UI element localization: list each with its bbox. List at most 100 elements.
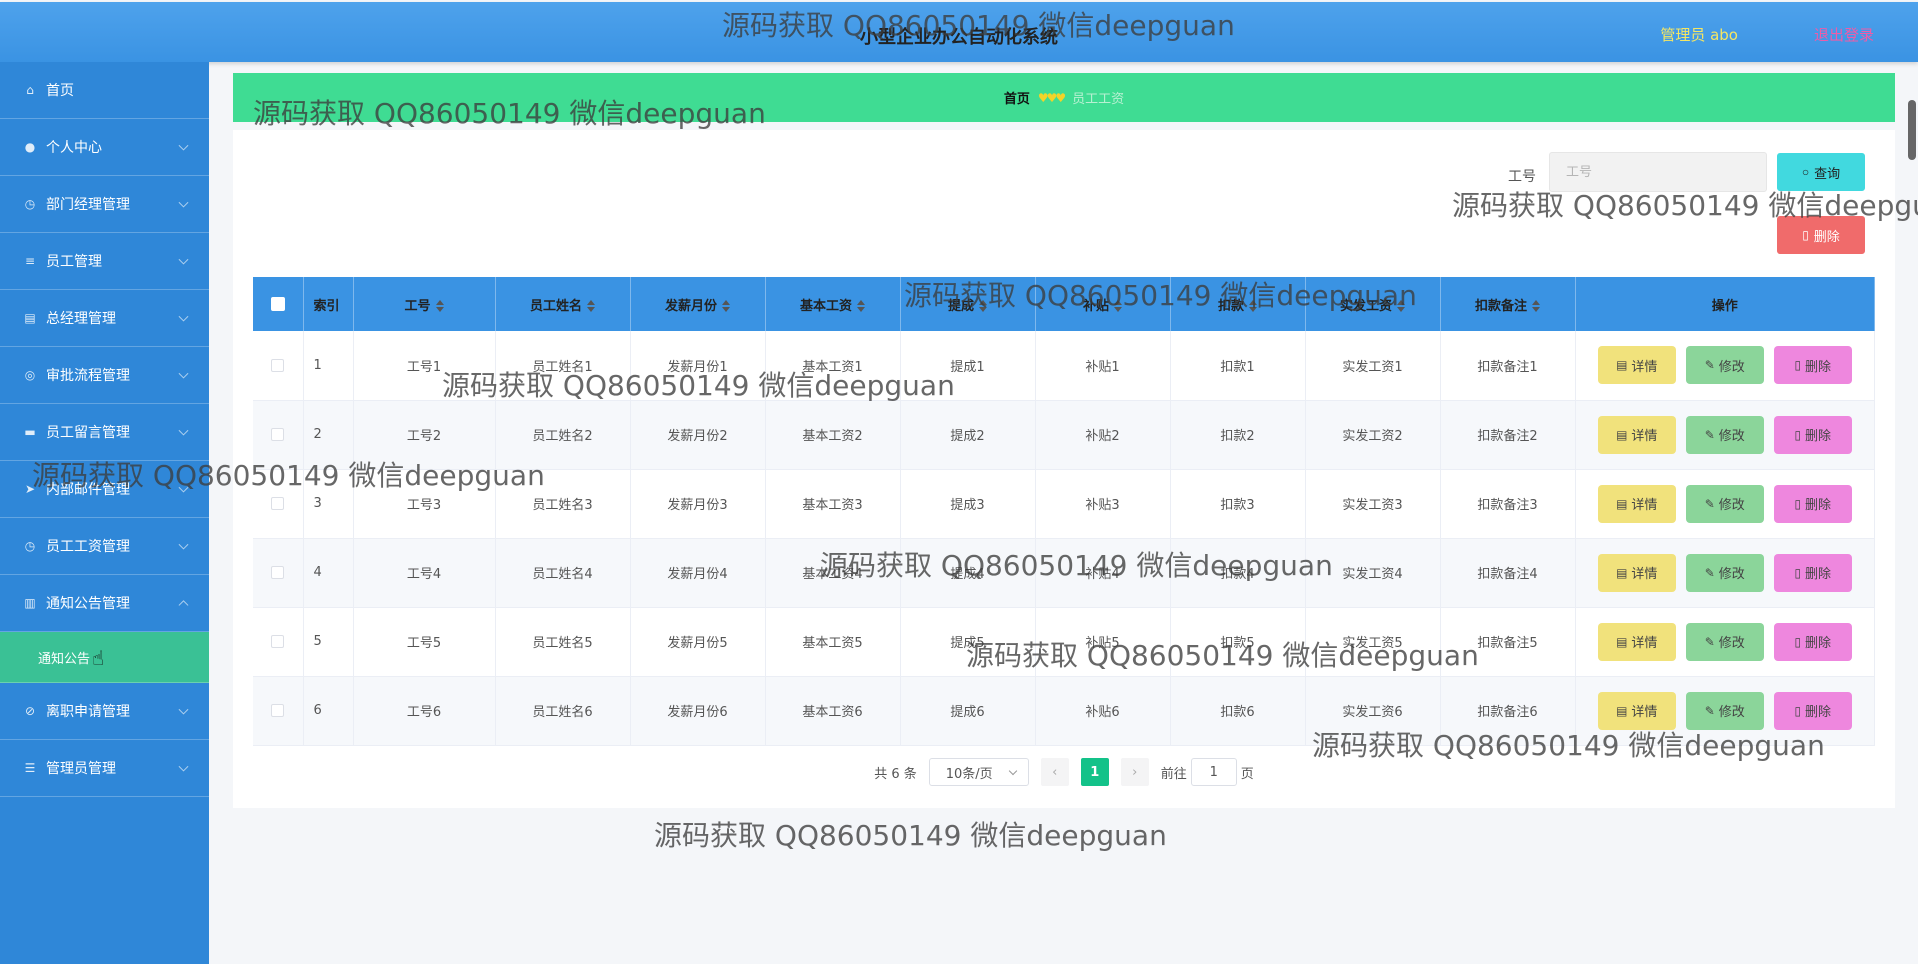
detail-button[interactable]: ▤ 详情 bbox=[1597, 553, 1676, 592]
sidebar-item-internal-mail[interactable]: ➤ 内部邮件管理 bbox=[0, 461, 209, 518]
trash-icon: ▯ bbox=[1794, 496, 1802, 511]
sidebar-item-personal-center[interactable]: ● 个人中心 bbox=[0, 119, 209, 176]
salary-table: 索引 工号 员工姓名 发薪月份 基本工资 提成 补贴 扣款 实发工资 扣款备注 … bbox=[253, 277, 1875, 746]
sidebar-subitem-label: 通知公告 bbox=[38, 651, 91, 667]
table-cell: 基本工资3 bbox=[765, 469, 901, 539]
row-select-cell[interactable] bbox=[253, 469, 304, 539]
row-select-cell[interactable] bbox=[253, 676, 304, 746]
detail-button[interactable]: ▤ 详情 bbox=[1597, 346, 1676, 385]
chevron-down-icon bbox=[178, 368, 189, 379]
sidebar-item-approval-flow[interactable]: ◎ 审批流程管理 bbox=[0, 347, 209, 404]
sidebar-item-label: 个人中心 bbox=[46, 140, 102, 156]
row-select-cell[interactable] bbox=[253, 538, 304, 608]
sort-icon[interactable] bbox=[1532, 300, 1540, 312]
col-net-salary[interactable]: 实发工资 bbox=[1305, 277, 1441, 331]
sidebar-item-dept-manager[interactable]: ◷ 部门经理管理 bbox=[0, 176, 209, 233]
col-subsidy[interactable]: 补贴 bbox=[1035, 277, 1171, 331]
goto-prefix: 前往 bbox=[1160, 766, 1187, 782]
row-checkbox[interactable] bbox=[271, 704, 285, 717]
edit-button[interactable]: ✎ 修改 bbox=[1685, 691, 1764, 730]
page-number-button[interactable]: 1 bbox=[1080, 758, 1109, 786]
table-cell: 实发工资3 bbox=[1305, 469, 1441, 539]
col-commission[interactable]: 提成 bbox=[900, 277, 1036, 331]
table-row: 6 工号6 员工姓名6 发薪月份6 基本工资6 提成6 补贴6 扣款6 实发工资6 扣款备注6 ▤ 详… bbox=[253, 676, 1875, 746]
logout-link[interactable]: 退出登录 bbox=[1814, 24, 1874, 45]
col-deduction[interactable]: 扣款 bbox=[1170, 277, 1306, 331]
sidebar-item-home[interactable]: ⌂ 首页 bbox=[0, 62, 209, 119]
sidebar-item-salary[interactable]: ◷ 员工工资管理 bbox=[0, 518, 209, 575]
edit-button[interactable]: ✎ 修改 bbox=[1685, 346, 1764, 385]
page-scrollbar[interactable] bbox=[1908, 100, 1916, 160]
row-select-cell[interactable] bbox=[253, 331, 304, 401]
sort-icon[interactable] bbox=[1114, 300, 1122, 312]
delete-button[interactable]: ▯ 删除 bbox=[1773, 346, 1852, 385]
delete-button[interactable]: ▯ 删除 bbox=[1773, 622, 1852, 661]
table-cell: 发薪月份1 bbox=[630, 331, 766, 401]
edit-button[interactable]: ✎ 修改 bbox=[1685, 553, 1764, 592]
table-cell: 2 bbox=[303, 400, 354, 470]
delete-button[interactable]: ▯ 删除 bbox=[1773, 484, 1852, 523]
next-page-button[interactable]: › bbox=[1120, 758, 1149, 786]
detail-button[interactable]: ▤ 详情 bbox=[1597, 484, 1676, 523]
row-checkbox[interactable] bbox=[271, 428, 285, 441]
chevron-down-icon bbox=[178, 254, 189, 265]
breadcrumb-current: 员工工资 bbox=[1072, 92, 1125, 107]
sort-icon[interactable] bbox=[722, 300, 730, 312]
row-checkbox[interactable] bbox=[271, 566, 285, 579]
col-deduction-note[interactable]: 扣款备注 bbox=[1440, 277, 1576, 331]
col-pay-month[interactable]: 发薪月份 bbox=[630, 277, 766, 331]
edit-button[interactable]: ✎ 修改 bbox=[1685, 415, 1764, 454]
col-employee-name[interactable]: 员工姓名 bbox=[495, 277, 631, 331]
row-checkbox[interactable] bbox=[271, 358, 285, 372]
sort-icon[interactable] bbox=[979, 300, 987, 312]
table-cell: 员工姓名3 bbox=[495, 469, 631, 539]
detail-button[interactable]: ▤ 详情 bbox=[1597, 691, 1676, 730]
sidebar-item-general-manager[interactable]: ▤ 总经理管理 bbox=[0, 290, 209, 347]
sort-icon[interactable] bbox=[587, 300, 595, 312]
bank-icon: ▥ bbox=[24, 596, 36, 610]
table-cell: 员工姓名2 bbox=[495, 400, 631, 470]
sidebar-item-label: 首页 bbox=[46, 83, 74, 99]
bulk-delete-button[interactable]: ▯ 删除 bbox=[1777, 216, 1865, 254]
row-checkbox[interactable] bbox=[271, 497, 285, 510]
row-select-cell[interactable] bbox=[253, 400, 304, 470]
row-checkbox[interactable] bbox=[271, 635, 285, 648]
select-all-checkbox[interactable] bbox=[270, 297, 285, 311]
detail-button[interactable]: ▤ 详情 bbox=[1597, 415, 1676, 454]
delete-button[interactable]: ▯ 删除 bbox=[1773, 415, 1852, 454]
table-cell: 提成1 bbox=[900, 331, 1036, 401]
col-employee-no[interactable]: 工号 bbox=[353, 277, 496, 331]
table-cell: 发薪月份2 bbox=[630, 400, 766, 470]
sidebar-item-resignation[interactable]: ⊘ 离职申请管理 bbox=[0, 683, 209, 740]
page-size-select[interactable]: 10条/页 bbox=[928, 758, 1029, 786]
table-cell: 实发工资4 bbox=[1305, 538, 1441, 608]
goto-page-input[interactable] bbox=[1190, 758, 1237, 786]
sidebar-item-employee[interactable]: ≡ 员工管理 bbox=[0, 233, 209, 290]
sidebar-item-label: 员工工资管理 bbox=[46, 539, 130, 555]
sidebar-item-label: 通知公告管理 bbox=[46, 596, 130, 612]
query-button[interactable]: ○ 查询 bbox=[1777, 153, 1865, 191]
delete-button[interactable]: ▯ 删除 bbox=[1773, 553, 1852, 592]
delete-button[interactable]: ▯ 删除 bbox=[1773, 691, 1852, 730]
breadcrumb-home[interactable]: 首页 bbox=[1004, 88, 1030, 107]
prev-page-button[interactable]: ‹ bbox=[1040, 758, 1069, 786]
col-base-salary[interactable]: 基本工资 bbox=[765, 277, 901, 331]
sort-icon[interactable] bbox=[1397, 300, 1405, 312]
sidebar-item-employee-messages[interactable]: ▬ 员工留言管理 bbox=[0, 404, 209, 461]
search-input[interactable] bbox=[1549, 152, 1767, 192]
sidebar-item-label: 员工留言管理 bbox=[46, 425, 130, 441]
table-cell: 扣款备注3 bbox=[1440, 469, 1576, 539]
sidebar-item-admin[interactable]: ☰ 管理员管理 bbox=[0, 740, 209, 797]
table-cell: 4 bbox=[303, 538, 354, 608]
chevron-down-icon bbox=[178, 425, 189, 436]
sort-icon[interactable] bbox=[435, 300, 444, 312]
row-select-cell[interactable] bbox=[253, 607, 304, 677]
sidebar-item-notices[interactable]: ▥ 通知公告管理 bbox=[0, 575, 209, 632]
edit-button[interactable]: ✎ 修改 bbox=[1685, 484, 1764, 523]
sidebar-subitem-notice[interactable]: 通知公告 ☝ bbox=[0, 632, 209, 683]
select-all-cell[interactable] bbox=[253, 277, 304, 331]
sort-icon[interactable] bbox=[857, 300, 865, 312]
sort-icon[interactable] bbox=[1249, 300, 1257, 312]
edit-button[interactable]: ✎ 修改 bbox=[1685, 622, 1764, 661]
detail-button[interactable]: ▤ 详情 bbox=[1597, 622, 1676, 661]
